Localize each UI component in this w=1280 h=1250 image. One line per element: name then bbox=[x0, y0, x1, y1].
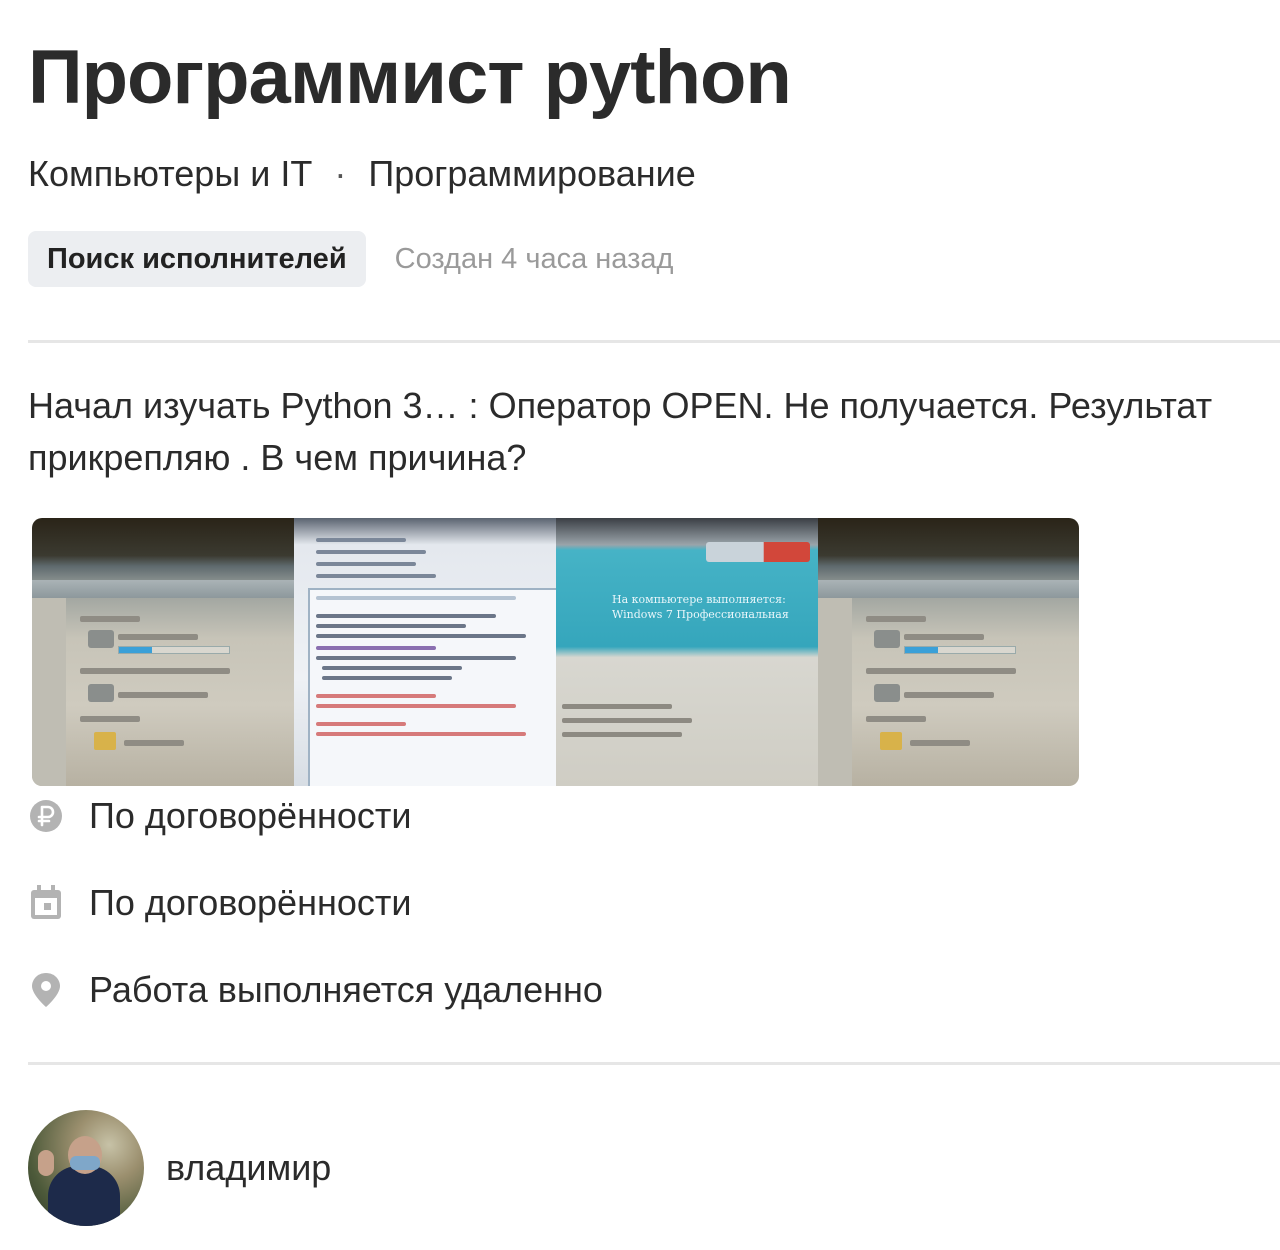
breadcrumb-item-subcategory[interactable]: Программирование bbox=[368, 153, 696, 194]
avatar[interactable] bbox=[28, 1110, 144, 1226]
breadcrumb-separator: · bbox=[334, 153, 347, 194]
gallery-photo-2[interactable] bbox=[294, 518, 556, 786]
author-link[interactable]: владимир bbox=[28, 1110, 331, 1226]
location-text: Работа выполняется удаленно bbox=[89, 969, 603, 1010]
meta-location: Работа выполняется удаленно bbox=[28, 968, 928, 1012]
price-text: По договорённости bbox=[89, 795, 412, 836]
task-description: Начал изучать Python 3… : Оператор OPEN.… bbox=[28, 385, 1213, 478]
breadcrumb-item-category[interactable]: Компьютеры и IT bbox=[28, 153, 312, 194]
gallery-photo-1[interactable] bbox=[32, 518, 294, 786]
breadcrumb: Компьютеры и IT · Программирование bbox=[28, 152, 696, 196]
created-time: Создан 4 часа назад bbox=[394, 242, 674, 275]
photo-3-caption: На компьютере выполняется: Windows 7 Про… bbox=[612, 593, 789, 621]
gallery-photo-4[interactable] bbox=[818, 518, 1079, 786]
gallery-photo-3[interactable]: На компьютере выполняется: Windows 7 Про… bbox=[556, 518, 818, 786]
status-row: Поиск исполнителей Создан 4 часа назад bbox=[28, 231, 673, 287]
divider bbox=[28, 340, 1280, 343]
author-name[interactable]: владимир bbox=[166, 1147, 331, 1189]
page-title: Программист python bbox=[28, 35, 792, 120]
ruble-icon bbox=[28, 798, 64, 834]
status-badge: Поиск исполнителей bbox=[28, 231, 366, 287]
task-page: Программист python Компьютеры и IT · Прогр… bbox=[28, 0, 1280, 1250]
meta-deadline: По договорённости bbox=[28, 881, 928, 925]
calendar-icon bbox=[28, 885, 64, 921]
deadline-text: По договорённости bbox=[89, 882, 412, 923]
map-pin-icon bbox=[28, 972, 64, 1008]
divider bbox=[28, 1062, 1280, 1065]
photo-gallery: На компьютере выполняется: Windows 7 Про… bbox=[32, 518, 1079, 786]
meta-price: По договорённости bbox=[28, 794, 928, 838]
